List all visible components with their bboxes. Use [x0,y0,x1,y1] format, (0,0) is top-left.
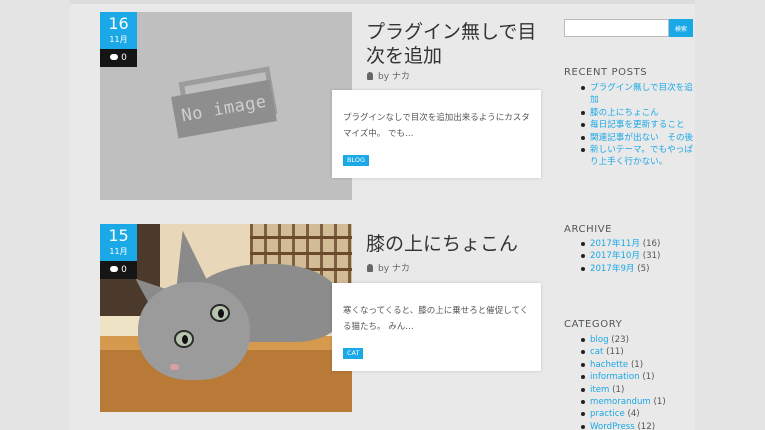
category-tag[interactable]: CAT [343,348,364,359]
archive-link[interactable]: 2017年9月 [590,264,635,274]
list-item: 関連記事が出ない その後 [581,132,700,144]
date-day: 15 [108,226,129,245]
left-gutter [0,0,70,430]
list-item: 膝の上にちょこん [581,107,700,119]
recent-post-link[interactable]: 膝の上にちょこん [590,108,659,118]
post-excerpt: 寒くなってくると、膝の上に乗せろと催促してくる猫たち。 みん… [343,306,529,332]
search-button[interactable]: 検索 [669,19,693,37]
category-link[interactable]: WordPress [590,422,635,430]
list-item: hachette (1) [581,359,700,371]
category-tag[interactable]: BLOG [343,155,370,166]
date-month: 11月 [109,247,128,256]
list-item: 毎日記事を更新すること [581,119,700,131]
post-thumbnail[interactable]: No image 16 11月 0 [100,12,352,200]
search-widget: 検索 [564,19,699,37]
category-link[interactable]: information [590,372,640,382]
excerpt-box: プラグインなしで目次を追加出来るようにカスタマイズ中。 でも… BLOG [332,90,541,178]
list-item: information (1) [581,371,700,383]
list-item: 2017年10月 (31) [581,250,700,262]
recent-post-link[interactable]: プラグイン無しで目次を追加 [590,83,693,105]
post-card: 15 11月 0 膝の上にちょこん by ナカ 寒くなってくると、膝の上に乗せろ… [100,224,545,412]
excerpt-box: 寒くなってくると、膝の上に乗せろと催促してくる猫たち。 みん… CAT [332,283,541,371]
category-list: blog (23) cat (11) hachette (1) informat… [581,334,700,430]
comment-count[interactable]: 0 [100,49,137,67]
list-item: 2017年11月 (16) [581,238,700,250]
post-thumbnail[interactable]: 15 11月 0 [100,224,352,412]
post-author: by ナカ [367,69,410,82]
category-title: CATEGORY [564,319,623,330]
list-item: memorandum (1) [581,396,700,408]
right-gutter [695,0,765,430]
recent-post-link[interactable]: 毎日記事を更新すること [590,120,685,130]
comment-icon [110,53,119,60]
archive-link[interactable]: 2017年10月 [590,251,640,261]
recent-posts-title: RECENT POSTS [564,67,648,78]
list-item: practice (4) [581,408,700,420]
date-badge: 16 11月 0 [100,12,137,68]
category-link[interactable]: cat [590,347,603,357]
list-item: blog (23) [581,334,700,346]
list-item: cat (11) [581,346,700,358]
post-card: No image 16 11月 0 プラグイン無しで目次を追加 by ナカ プラ… [100,12,545,200]
list-item: プラグイン無しで目次を追加 [581,82,700,107]
category-link[interactable]: memorandum [590,397,651,407]
category-link[interactable]: practice [590,409,625,419]
cat-photo [100,224,352,412]
date-badge: 15 11月 0 [100,224,137,280]
recent-posts-list: プラグイン無しで目次を追加 膝の上にちょこん 毎日記事を更新すること 関連記事が… [581,82,700,169]
category-link[interactable]: item [590,385,609,395]
top-border [0,0,765,4]
post-author: by ナカ [367,261,410,274]
user-icon [367,264,373,272]
user-icon [367,72,373,80]
archive-title: ARCHIVE [564,224,613,235]
post-title[interactable]: プラグイン無しで目次を追加 [366,20,546,68]
date-day: 16 [108,14,129,33]
search-input[interactable] [564,19,669,37]
comment-count[interactable]: 0 [100,261,137,279]
list-item: 新しいテーマ。でもやっぱり上手く行かない。 [581,144,700,169]
date-month: 11月 [109,35,128,44]
no-image-placeholder: No image [171,66,278,139]
post-title[interactable]: 膝の上にちょこん [366,232,546,256]
category-link[interactable]: hachette [590,360,628,370]
list-item: 2017年9月 (5) [581,263,700,275]
recent-post-link[interactable]: 新しいテーマ。でもやっぱり上手く行かない。 [590,145,693,167]
recent-post-link[interactable]: 関連記事が出ない その後 [590,133,693,143]
archive-link[interactable]: 2017年11月 [590,239,640,249]
archive-list: 2017年11月 (16) 2017年10月 (31) 2017年9月 (5) [581,238,700,275]
list-item: WordPress (12) [581,421,700,430]
category-link[interactable]: blog [590,335,609,345]
post-excerpt: プラグインなしで目次を追加出来るようにカスタマイズ中。 でも… [343,113,530,139]
comment-icon [110,265,119,272]
list-item: item (1) [581,384,700,396]
